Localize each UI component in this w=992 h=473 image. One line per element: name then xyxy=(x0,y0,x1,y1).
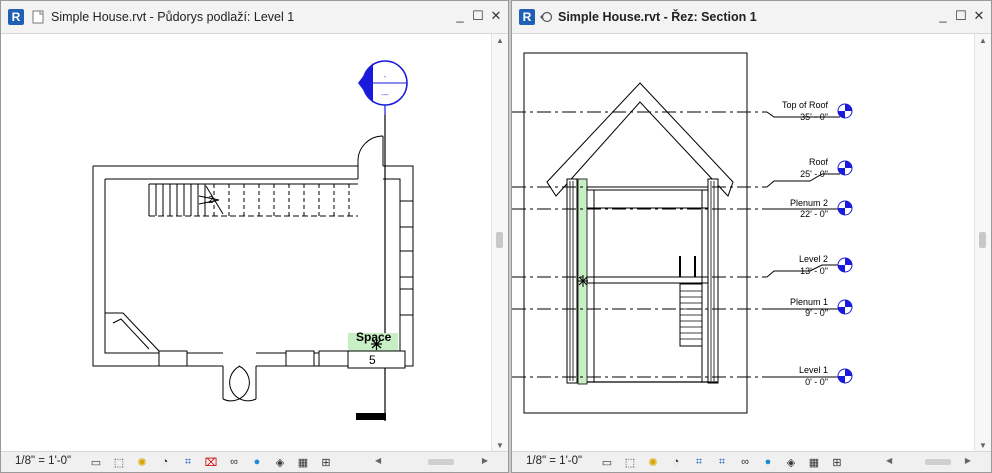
svg-text:2: 2 xyxy=(208,195,214,206)
svg-text:25' - 0": 25' - 0" xyxy=(800,169,828,179)
level-head-plenum-1[interactable]: Plenum 1 9' - 0" xyxy=(790,297,853,318)
svg-text:Level 1: Level 1 xyxy=(799,365,828,375)
floor-plan-canvas[interactable]: - --- 2 Space 5 xyxy=(1,34,492,452)
scroll-thumb[interactable] xyxy=(979,232,986,248)
svg-text:Plenum 2: Plenum 2 xyxy=(790,198,828,208)
floor-plan-title: Simple House.rvt - Půdorys podlaží: Leve… xyxy=(51,10,295,24)
level-head-roof[interactable]: Roof 25' - 0" xyxy=(800,157,853,179)
close-button[interactable]: ✕ xyxy=(488,8,504,24)
show-crop-region-icon[interactable]: ⌗ xyxy=(713,454,731,470)
view-control-bar: 1/8" = 1'-0" ▭ ⬚ ✺ ◔ ⌗ ⌗ ∞ ● ◈ ▦ ⊞ ◀ ▶ xyxy=(512,451,991,472)
svg-text:Roof: Roof xyxy=(809,157,829,167)
svg-text:---: --- xyxy=(382,92,390,99)
show-crop-region-icon[interactable]: ⌧ xyxy=(202,454,220,470)
svg-text:Plenum 1: Plenum 1 xyxy=(790,297,828,307)
visual-style-icon[interactable]: ⬚ xyxy=(110,454,128,470)
scroll-thumb[interactable] xyxy=(924,459,951,465)
shadows-icon[interactable]: ◔ xyxy=(156,454,174,470)
revit-logo-icon: R xyxy=(8,9,24,25)
vertical-scrollbar[interactable]: ▲ ▼ xyxy=(974,34,991,452)
floor-plan-window[interactable]: R Simple House.rvt - Půdorys podlaží: Le… xyxy=(0,0,509,473)
visual-style-icon[interactable]: ⬚ xyxy=(621,454,639,470)
maximize-button[interactable]: ☐ xyxy=(953,8,969,24)
section-titlebar[interactable]: R Simple House.rvt - Řez: Section 1 _ ☐ … xyxy=(512,1,991,34)
section-view-icon xyxy=(540,11,553,23)
scroll-down-icon[interactable]: ▼ xyxy=(492,441,508,450)
detail-level-icon[interactable]: ▭ xyxy=(598,454,616,470)
floor-plan-titlebar[interactable]: R Simple House.rvt - Půdorys podlaží: Le… xyxy=(1,1,508,34)
svg-text:Top of Roof: Top of Roof xyxy=(782,100,829,110)
stair-element[interactable]: 2 xyxy=(148,183,358,217)
highlight-displacement-icon[interactable]: ▦ xyxy=(805,454,823,470)
floor-plan-view-icon xyxy=(32,10,44,24)
level-head-level-1[interactable]: Level 1 0' - 0" xyxy=(799,365,853,387)
scroll-thumb[interactable] xyxy=(496,232,503,248)
level-head-top-of-roof[interactable]: Top of Roof 35' - 0" xyxy=(782,100,853,122)
horizontal-scrollbar[interactable]: ◀ ▶ xyxy=(373,456,508,468)
horizontal-scrollbar[interactable]: ◀ ▶ xyxy=(884,456,991,468)
show-constraints-icon[interactable]: ⊞ xyxy=(317,454,335,470)
svg-text:13' - 0": 13' - 0" xyxy=(800,266,828,276)
scroll-left-icon[interactable]: ◀ xyxy=(886,456,892,465)
vertical-scrollbar[interactable]: ▲ ▼ xyxy=(491,34,508,452)
reveal-hidden-icon[interactable]: ● xyxy=(248,454,266,470)
space-tag[interactable]: Space 5 xyxy=(347,330,406,369)
temporary-hide-icon[interactable]: ∞ xyxy=(736,454,754,470)
show-constraints-icon[interactable]: ⊞ xyxy=(828,454,846,470)
section-window[interactable]: R Simple House.rvt - Řez: Section 1 _ ☐ … xyxy=(511,0,992,473)
section-marker-icon[interactable]: - --- xyxy=(358,60,408,115)
minimize-button[interactable]: _ xyxy=(935,8,951,24)
close-button[interactable]: ✕ xyxy=(971,8,987,24)
view-control-bar: 1/8" = 1'-0" ▭ ⬚ ✺ ◔ ⌗ ⌧ ∞ ● ◈ ▦ ⊞ ◀ ▶ xyxy=(1,451,508,472)
scroll-up-icon[interactable]: ▲ xyxy=(975,36,991,45)
revit-logo-icon: R xyxy=(519,9,535,25)
svg-text:9' - 0": 9' - 0" xyxy=(805,308,828,318)
view-scale[interactable]: 1/8" = 1'-0" xyxy=(526,455,582,467)
scroll-left-icon[interactable]: ◀ xyxy=(375,456,381,465)
view-scale[interactable]: 1/8" = 1'-0" xyxy=(15,455,71,467)
analysis-display-icon[interactable]: ◈ xyxy=(271,454,289,470)
svg-text:Level 2: Level 2 xyxy=(799,254,828,264)
scroll-thumb[interactable] xyxy=(427,459,454,465)
analysis-display-icon[interactable]: ◈ xyxy=(782,454,800,470)
svg-text:0' - 0": 0' - 0" xyxy=(805,377,828,387)
sun-path-icon[interactable]: ✺ xyxy=(133,454,151,470)
scroll-down-icon[interactable]: ▼ xyxy=(975,441,991,450)
scroll-up-icon[interactable]: ▲ xyxy=(492,36,508,45)
svg-text:35' - 0": 35' - 0" xyxy=(800,112,828,122)
shadows-icon[interactable]: ◔ xyxy=(667,454,685,470)
scroll-right-icon[interactable]: ▶ xyxy=(965,456,971,465)
sun-path-icon[interactable]: ✺ xyxy=(644,454,662,470)
svg-text:22' - 0": 22' - 0" xyxy=(800,209,828,219)
section-title: Simple House.rvt - Řez: Section 1 xyxy=(558,10,757,24)
detail-level-icon[interactable]: ▭ xyxy=(87,454,105,470)
crop-view-icon[interactable]: ⌗ xyxy=(690,454,708,470)
level-head-plenum-2[interactable]: Plenum 2 22' - 0" xyxy=(790,198,853,219)
reveal-hidden-icon[interactable]: ● xyxy=(759,454,777,470)
crop-view-icon[interactable]: ⌗ xyxy=(179,454,197,470)
svg-text:5: 5 xyxy=(369,353,376,367)
minimize-button[interactable]: _ xyxy=(452,8,468,24)
scroll-right-icon[interactable]: ▶ xyxy=(482,456,488,465)
floor-plan-drawing: - --- 2 Space 5 xyxy=(92,60,414,421)
section-drawing: Top of Roof 35' - 0" Roof 25' - 0" Plenu… xyxy=(512,52,853,414)
section-canvas[interactable]: Top of Roof 35' - 0" Roof 25' - 0" Plenu… xyxy=(512,34,975,452)
temporary-hide-icon[interactable]: ∞ xyxy=(225,454,243,470)
maximize-button[interactable]: ☐ xyxy=(470,8,486,24)
highlight-displacement-icon[interactable]: ▦ xyxy=(294,454,312,470)
